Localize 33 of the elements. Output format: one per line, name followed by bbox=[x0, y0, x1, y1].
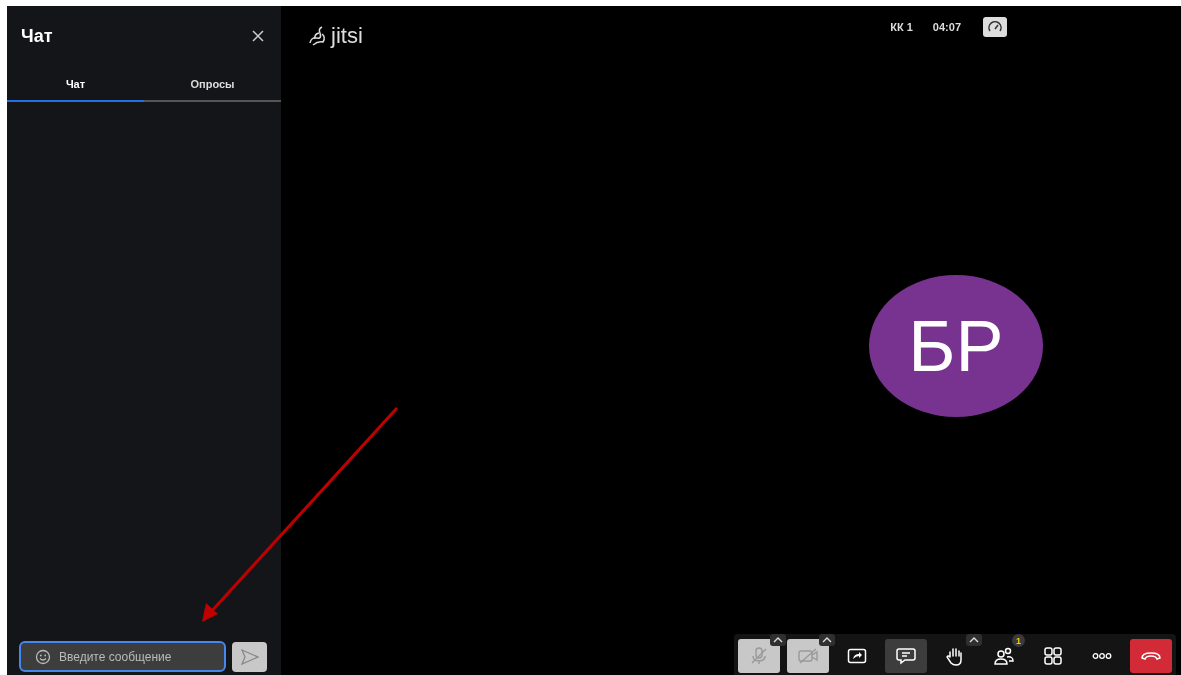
gauge-icon bbox=[988, 21, 1002, 33]
microphone-off-button[interactable] bbox=[738, 639, 780, 673]
muted-microphone-icon bbox=[749, 646, 769, 666]
meeting-timer: 04:07 bbox=[932, 21, 961, 33]
people-icon bbox=[993, 646, 1015, 666]
meeting-subject: КК 1 bbox=[890, 21, 913, 33]
camera-off-icon bbox=[797, 647, 819, 665]
caret-icon bbox=[773, 637, 783, 643]
tiles-icon bbox=[1043, 646, 1063, 666]
avatar: БР bbox=[869, 274, 1043, 417]
hang-up-button[interactable] bbox=[1130, 639, 1172, 673]
send-icon bbox=[240, 648, 259, 665]
chat-button[interactable] bbox=[885, 639, 927, 673]
caret-button[interactable] bbox=[770, 634, 786, 646]
phone-icon bbox=[1140, 650, 1162, 662]
panel-title: Чат bbox=[21, 25, 53, 47]
message-field[interactable]: Введите сообщение bbox=[19, 641, 226, 672]
share-screen-icon bbox=[847, 648, 867, 664]
hand-icon bbox=[945, 646, 965, 666]
caret-button[interactable] bbox=[819, 634, 835, 646]
tab[interactable]: Чат bbox=[7, 70, 144, 102]
close-button[interactable] bbox=[251, 29, 265, 43]
camera-off-button[interactable] bbox=[787, 639, 829, 673]
count-badge: 1 bbox=[1012, 634, 1025, 647]
close-icon bbox=[251, 29, 265, 43]
caret-icon bbox=[822, 637, 832, 643]
caret-button[interactable] bbox=[966, 634, 982, 646]
chat-icon bbox=[896, 647, 916, 665]
logo-icon bbox=[308, 25, 328, 47]
logo: jitsi bbox=[308, 23, 363, 49]
caret-icon bbox=[969, 637, 979, 643]
more-icon bbox=[1092, 652, 1112, 660]
connection-button[interactable] bbox=[983, 17, 1007, 37]
